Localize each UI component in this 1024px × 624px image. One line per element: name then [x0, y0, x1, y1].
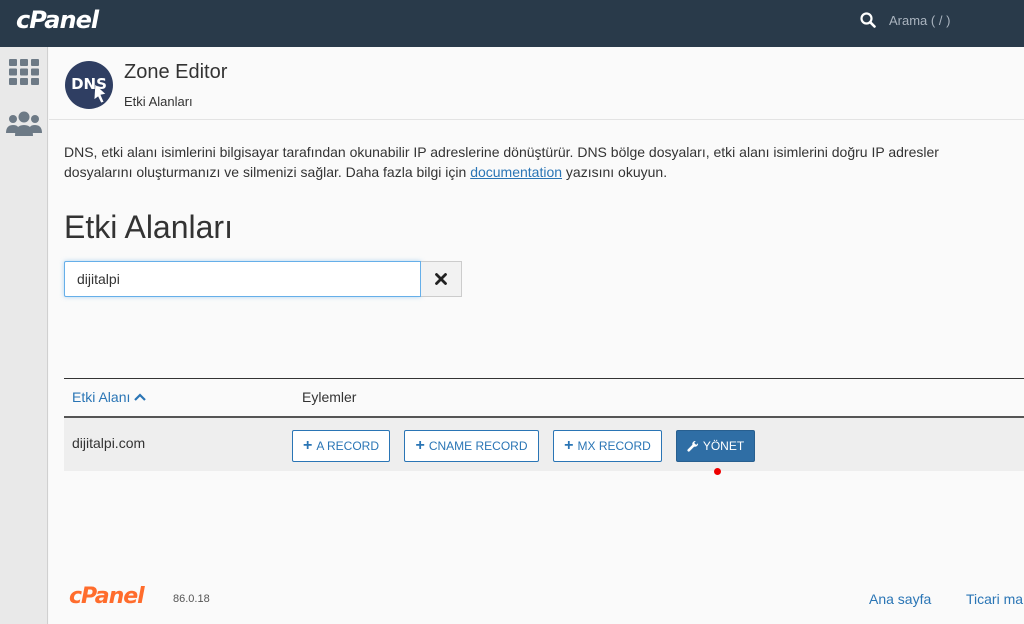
- table-row: dijitalpi.com + A RECORD + CNAME RECORD …: [64, 418, 1024, 475]
- page-description: DNS, etki alanı isimlerini bilgisayar ta…: [64, 142, 1024, 182]
- page-header: DNS Zone Editor Etki Alanları: [49, 47, 1024, 120]
- dns-app-icon: DNS: [65, 61, 113, 109]
- add-cname-record-button[interactable]: + CNAME RECORD: [404, 430, 539, 462]
- clear-search-button[interactable]: [421, 261, 462, 297]
- sort-by-domain[interactable]: Etki Alanı: [72, 389, 147, 405]
- section-title: Etki Alanları: [64, 209, 233, 245]
- users-icon[interactable]: [6, 111, 42, 137]
- search-icon[interactable]: [860, 12, 876, 28]
- description-line-1: DNS, etki alanı isimlerini bilgisayar ta…: [64, 144, 939, 160]
- svg-text:DNS: DNS: [71, 75, 107, 93]
- version-number: 86.0.18: [173, 593, 210, 605]
- cpanel-logo[interactable]: cPanel: [16, 6, 99, 34]
- search-placeholder[interactable]: Arama ( / ): [889, 13, 950, 28]
- footer-link-home[interactable]: Ana sayfa: [869, 591, 931, 607]
- main-content: DNS Zone Editor Etki Alanları DNS, etki …: [49, 47, 1024, 624]
- column-header-actions: Eylemler: [302, 389, 357, 405]
- sidebar: [0, 47, 48, 624]
- chevron-up-icon: [134, 393, 147, 401]
- add-mx-record-button[interactable]: + MX RECORD: [553, 430, 662, 462]
- documentation-link[interactable]: documentation: [470, 164, 562, 180]
- footer-cpanel-logo: cPanel: [69, 584, 145, 609]
- top-bar: cPanel Arama ( / ): [0, 0, 1024, 47]
- cursor-marker: [714, 468, 721, 475]
- close-icon: [435, 273, 447, 285]
- manage-button[interactable]: YÖNET: [676, 430, 755, 462]
- plus-icon: +: [302, 437, 313, 454]
- column-header-domain[interactable]: Etki Alanı: [72, 389, 130, 405]
- wrench-icon: [687, 440, 698, 452]
- add-a-record-button[interactable]: + A RECORD: [292, 430, 390, 462]
- domain-search-group: [64, 261, 462, 297]
- grid-icon[interactable]: [9, 59, 39, 85]
- page-title: Zone Editor: [124, 61, 228, 83]
- plus-icon: +: [564, 437, 574, 454]
- domain-name: dijitalpi.com: [72, 435, 146, 451]
- domain-search-input[interactable]: [64, 261, 421, 297]
- breadcrumb: Etki Alanları: [124, 94, 193, 109]
- table-header: Etki Alanı Eylemler: [64, 378, 1024, 418]
- domains-table: Etki Alanı Eylemler dijitalpi.com + A RE…: [64, 378, 1024, 475]
- plus-icon: +: [415, 437, 425, 454]
- global-search[interactable]: Arama ( / ): [860, 12, 950, 28]
- description-line-2: dosyalarını oluşturmanızı ve silmenizi s…: [64, 164, 668, 180]
- footer-link-trademarks[interactable]: Ticari ma: [966, 591, 1023, 607]
